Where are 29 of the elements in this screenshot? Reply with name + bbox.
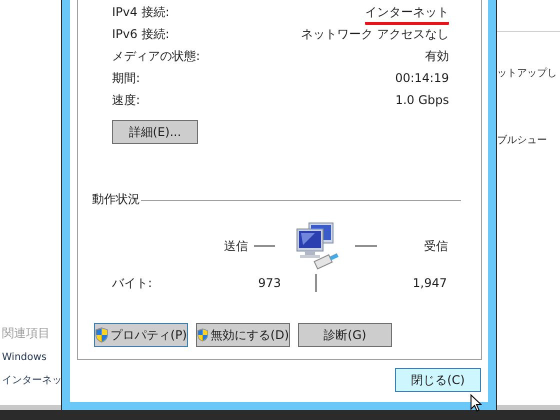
related-link[interactable]: Windows — [2, 350, 62, 365]
action-button[interactable]: 診断(G) — [298, 323, 392, 347]
bytes-received: 1,947 — [412, 275, 447, 292]
action-button[interactable]: 無効にする(D) — [196, 323, 290, 347]
field-label: IPv6 接続: — [112, 26, 170, 43]
bytes-sent: 973 — [257, 275, 281, 292]
field-value: 1.0 Gbps — [395, 92, 449, 108]
related-heading: 関連項目 — [2, 325, 51, 342]
background-text: ットアップし — [497, 66, 557, 81]
action-button[interactable]: プロパティ(P) — [94, 323, 188, 347]
field-value: インターネット — [365, 3, 449, 25]
shield-icon — [197, 327, 208, 343]
sent-label: 送信 — [223, 238, 248, 255]
received-label: 受信 — [423, 238, 448, 255]
network-computer-icon — [295, 221, 341, 271]
field-value: 00:14:19 — [395, 70, 449, 86]
field-label: メディアの状態: — [112, 48, 200, 65]
field-label: IPv4 接続: — [112, 4, 170, 21]
field-value: ネットワーク アクセスなし — [301, 26, 449, 42]
field-label: 速度: — [112, 92, 140, 109]
field-value: 有効 — [425, 48, 449, 64]
bytes-label: バイト: — [112, 275, 154, 292]
details-button[interactable]: 詳細(E)... — [112, 120, 198, 144]
close-button[interactable]: 閉じる(C) — [395, 368, 481, 392]
section-title: 動作状況 — [92, 191, 140, 208]
related-link[interactable]: インターネッ — [2, 373, 62, 388]
field-label: 期間: — [112, 70, 140, 87]
background-text: ブルシュー — [497, 134, 548, 148]
shield-icon — [95, 327, 108, 343]
